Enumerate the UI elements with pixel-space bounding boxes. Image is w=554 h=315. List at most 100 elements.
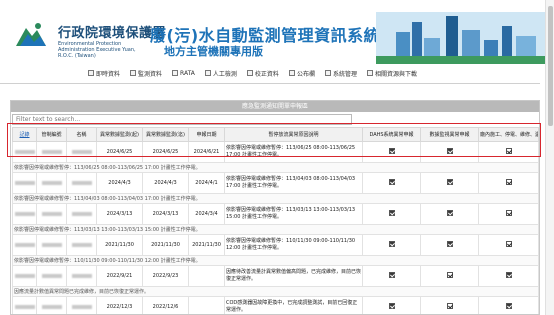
epa-logo-icon <box>16 23 46 46</box>
cell-date: 2024/4/1 <box>188 172 225 194</box>
column-header-reason[interactable]: 暫停放流異常原因說明 <box>224 127 363 142</box>
nav-item-bulletin[interactable]: 公布欄 <box>287 68 317 79</box>
column-header-monitor[interactable]: 數據監視異常申報 <box>420 127 479 142</box>
cell-control-id <box>36 296 67 314</box>
nav-item-rata[interactable]: RATA <box>170 68 197 79</box>
dahs-checkbox[interactable] <box>388 179 395 185</box>
column-header-end[interactable]: 異常數據監測(迄) <box>142 127 189 142</box>
table-row[interactable]: 2024/4/3 2024/4/3 2024/4/1 依影響因停電或維修暫停：113/… <box>12 172 539 194</box>
page-scrollbar[interactable] <box>545 0 554 315</box>
cell-end: 2022/12/6 <box>142 296 189 314</box>
cell-dahs <box>362 172 421 194</box>
dahs-checkbox[interactable] <box>388 210 395 216</box>
cell-reason: 依影響因停電或維修暫停：113/06/25 08:00-113/06/25 17… <box>224 141 363 163</box>
cell-date <box>188 296 225 314</box>
table-row[interactable]: 2022/12/3 2022/12/6 COD感測器因故障更換中，已完成調整測試，目… <box>12 296 539 314</box>
monitor-checkbox[interactable] <box>446 148 453 154</box>
column-header-control-id[interactable]: 管制編號 <box>36 127 67 142</box>
cell-monitor <box>420 141 479 163</box>
dahs-checkbox[interactable] <box>388 272 395 278</box>
cell-date: 2024/3/4 <box>188 203 225 225</box>
redacted-text <box>14 273 35 278</box>
cell-record <box>12 234 37 256</box>
maintenance-checkbox[interactable] <box>505 241 512 247</box>
cell-record <box>12 203 37 225</box>
monitor-checkbox[interactable] <box>446 241 453 247</box>
redacted-text <box>71 242 92 247</box>
cell-maintenance <box>478 296 539 314</box>
table-row[interactable]: 2022/9/21 2022/9/23 因應待改善流量計異常數值偏高問題，已完成維修… <box>12 265 539 287</box>
cell-control-id <box>36 141 67 163</box>
search-input[interactable] <box>12 114 352 125</box>
column-header-record[interactable]: 記錄 <box>12 127 37 142</box>
redacted-text <box>14 180 35 185</box>
dahs-checkbox[interactable] <box>388 148 395 154</box>
column-header-start[interactable]: 異常數據監測(起) <box>96 127 143 142</box>
note-text: 因應流量計數值異常問題已完成維修，目前已恢復正常運作。 <box>12 286 539 297</box>
nav-divider <box>0 83 540 84</box>
cell-record <box>12 141 37 163</box>
nav-item-calibration[interactable]: 校正資料 <box>245 68 281 79</box>
column-header-dahs[interactable]: DAHS系統異常申報 <box>362 127 421 142</box>
redacted-text <box>41 304 62 309</box>
agency-english-name: Environmental Protection Administration … <box>58 41 136 59</box>
dahs-checkbox[interactable] <box>388 303 395 309</box>
menu-box-icon <box>88 70 94 76</box>
maintenance-checkbox[interactable] <box>505 148 512 154</box>
column-header-date[interactable]: 申報日期 <box>188 127 225 142</box>
table-body: 2024/6/25 2024/6/25 2024/6/21 依影響因停電或維修暫停：1… <box>12 141 539 314</box>
cell-monitor <box>420 234 479 256</box>
maintenance-checkbox[interactable] <box>505 272 512 278</box>
table-header-row: 記錄 管制編號 名稱 異常數據監測(起) 異常數據監測(迄) 申報日期 暫停放流… <box>12 127 539 142</box>
note-text: 依影響因停電或維修暫停：113/03/13 13:00-113/03/13 15… <box>12 224 539 235</box>
redacted-text <box>14 304 35 309</box>
cell-dahs <box>362 234 421 256</box>
maintenance-checkbox[interactable] <box>505 303 512 309</box>
nav-item-manual-test[interactable]: 人工檢測 <box>203 68 239 79</box>
menu-box-icon <box>172 70 179 76</box>
column-header-maintenance[interactable]: 廠內施工、停電、維修、遺缺通報 <box>478 127 539 142</box>
monitor-checkbox[interactable] <box>446 179 453 185</box>
cell-start: 2022/9/21 <box>96 265 143 287</box>
monitor-checkbox[interactable] <box>446 303 453 309</box>
maintenance-checkbox[interactable] <box>505 210 512 216</box>
note-row: 依影響因停電或維修暫停：113/06/25 08:00-113/06/25 17… <box>12 162 539 173</box>
cell-maintenance <box>478 265 539 287</box>
nav-item-monitoring[interactable]: 監測資料 <box>128 68 164 79</box>
nav-label: RATA <box>180 69 195 77</box>
cell-name <box>66 172 97 194</box>
table-row[interactable]: 2021/11/30 2021/11/30 2021/11/30 依影響因停電或維修暫… <box>12 234 539 256</box>
nav-item-resources[interactable]: 相關資源與下載 <box>365 68 419 79</box>
table-row[interactable]: 2024/6/25 2024/6/25 2024/6/21 依影響因停電或維修暫停：1… <box>12 141 539 163</box>
scrollbar-thumb[interactable] <box>548 6 553 126</box>
cell-maintenance <box>478 141 539 163</box>
cell-record <box>12 172 37 194</box>
cell-end: 2024/4/3 <box>142 172 189 194</box>
redacted-text <box>41 242 62 247</box>
column-header-name[interactable]: 名稱 <box>66 127 97 142</box>
cell-name <box>66 296 97 314</box>
cell-record <box>12 265 37 287</box>
cell-maintenance <box>478 172 539 194</box>
nav-item-realtime[interactable]: 即時資料 <box>86 68 122 79</box>
nav-label: 校正資料 <box>254 70 279 78</box>
dahs-checkbox[interactable] <box>388 241 395 247</box>
cell-dahs <box>362 265 421 287</box>
maintenance-checkbox[interactable] <box>505 179 512 185</box>
nav-label: 監測資料 <box>138 70 163 78</box>
nav-label: 人工檢測 <box>212 70 237 78</box>
cell-start: 2024/4/3 <box>96 172 143 194</box>
nav-label: 系統管理 <box>332 70 357 78</box>
nav-item-system-admin[interactable]: 系統管理 <box>323 68 359 79</box>
monitor-checkbox[interactable] <box>446 210 453 216</box>
redacted-text <box>41 149 62 154</box>
redacted-text <box>41 273 62 278</box>
cell-reason: 依影響因停電或維修暫停：110/11/30 09:00-110/11/30 12… <box>224 234 363 256</box>
cell-dahs <box>362 141 421 163</box>
table-row[interactable]: 2024/3/13 2024/3/13 2024/3/4 依影響因停電或維修暫停：11… <box>12 203 539 225</box>
cell-reason: 依影響因停電或維修暫停：113/03/13 13:00-113/03/13 15… <box>224 203 363 225</box>
redacted-text <box>71 149 92 154</box>
monitor-checkbox[interactable] <box>446 272 453 278</box>
cell-name <box>66 203 97 225</box>
cell-date <box>188 265 225 287</box>
